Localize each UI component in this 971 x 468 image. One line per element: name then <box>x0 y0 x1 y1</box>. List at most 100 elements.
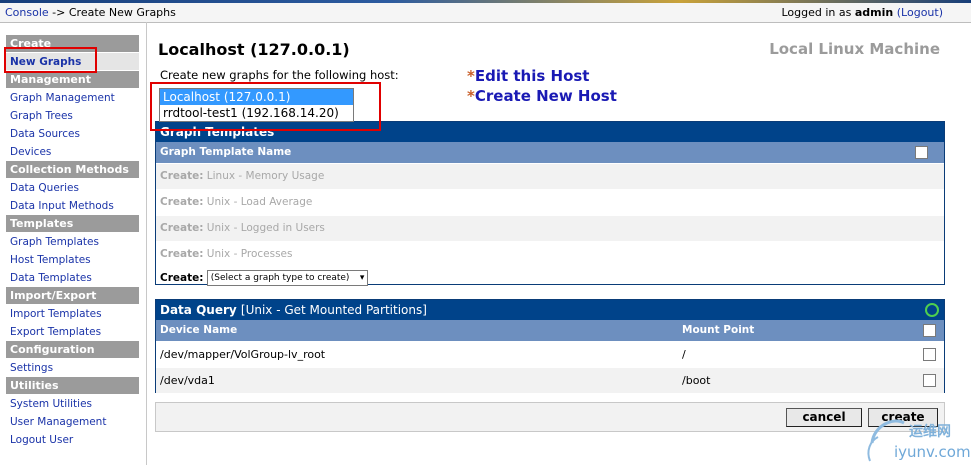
logout-link[interactable]: (Logout) <box>897 6 943 19</box>
breadcrumb-current: Create New Graphs <box>68 6 176 19</box>
create-host-link[interactable]: Create New Host <box>475 87 617 105</box>
sidebar-item-data-sources[interactable]: Data Sources <box>6 125 139 143</box>
host-type-label: Local Linux Machine <box>769 40 940 58</box>
sidebar-divider <box>146 22 147 465</box>
graph-type-select[interactable]: (Select a graph type to create) ▾ <box>206 270 369 286</box>
star-marker: * <box>467 67 475 85</box>
sidebar-section-import-export: Import/Export <box>6 287 139 305</box>
chevron-down-icon: ▾ <box>359 273 365 283</box>
watermark-text-url: iyunv.com <box>894 443 971 461</box>
mount-point-cell: / <box>682 348 686 361</box>
sidebar-link[interactable]: Host Templates <box>10 254 91 266</box>
action-bar: cancel create <box>155 402 945 432</box>
page-title: Localhost (127.0.0.1) <box>158 40 350 59</box>
login-status: Logged in as admin (Logout) <box>782 6 944 19</box>
sidebar-link[interactable]: Data Input Methods <box>10 200 114 212</box>
sidebar-link[interactable]: Graph Management <box>10 92 115 104</box>
sidebar-link[interactable]: Import Templates <box>10 308 102 320</box>
sidebar-item-user-management[interactable]: User Management <box>6 413 139 431</box>
create-prefix: Create: <box>160 196 204 208</box>
sidebar-item-import-templates[interactable]: Import Templates <box>6 305 139 323</box>
sidebar-item-export-templates[interactable]: Export Templates <box>6 323 139 341</box>
sidebar-item-host-templates[interactable]: Host Templates <box>6 251 139 269</box>
partition-checkbox[interactable] <box>923 374 936 387</box>
create-prefix: Create: <box>160 222 204 234</box>
graph-templates-column-header: Graph Template Name <box>156 142 944 163</box>
sidebar-item-data-input-methods[interactable]: Data Input Methods <box>6 197 139 215</box>
graph-template-row: Create: Unix - Processes <box>156 241 944 267</box>
highlight-box-new-graphs <box>4 47 97 73</box>
sidebar-link[interactable]: Graph Trees <box>10 110 73 122</box>
graph-template-name: Unix - Processes <box>203 248 293 260</box>
data-query-title: Data Query <box>160 303 237 317</box>
breadcrumb-separator: -> <box>48 6 69 19</box>
sidebar-link[interactable]: Data Queries <box>10 182 79 194</box>
graph-template-name: Linux - Memory Usage <box>203 170 325 182</box>
data-query-column-header: Device Name Mount Point <box>156 320 944 341</box>
sidebar-section-configuration: Configuration <box>6 341 139 359</box>
sidebar-link[interactable]: User Management <box>10 416 106 428</box>
sidebar-link[interactable]: Data Templates <box>10 272 92 284</box>
graph-type-select-value: (Select a graph type to create) <box>210 273 350 283</box>
sidebar-item-data-templates[interactable]: Data Templates <box>6 269 139 287</box>
data-query-name: [Unix - Get Mounted Partitions] <box>240 303 427 317</box>
sidebar-link[interactable]: Data Sources <box>10 128 80 140</box>
watermark-text-cn: 运维网 <box>909 424 951 440</box>
select-all-graphs-checkbox[interactable] <box>915 146 928 159</box>
sidebar-item-logout-user[interactable]: Logout User <box>6 431 139 449</box>
create-prefix: Create: <box>160 248 204 260</box>
watermark: 运维网 iyunv.com <box>864 413 971 465</box>
graph-template-name: Unix - Load Average <box>203 196 313 208</box>
data-query-header: Data Query [Unix - Get Mounted Partition… <box>156 300 944 320</box>
mount-point-header: Mount Point <box>682 324 755 336</box>
create-label: Create: <box>160 272 204 284</box>
top-bar: Console -> Create New Graphs Logged in a… <box>0 3 971 23</box>
sidebar-link[interactable]: Export Templates <box>10 326 101 338</box>
sidebar-link[interactable]: Devices <box>10 146 51 158</box>
sidebar-item-data-queries[interactable]: Data Queries <box>6 179 139 197</box>
create-graph-type-row: Create: (Select a graph type to create) ▾ <box>156 267 944 289</box>
star-marker: * <box>467 87 475 105</box>
graph-template-rows: Create: Linux - Memory Usage Create: Unix… <box>156 163 944 267</box>
data-query-panel: Data Query [Unix - Get Mounted Partition… <box>155 299 945 393</box>
sidebar-item-graph-templates[interactable]: Graph Templates <box>6 233 139 251</box>
sidebar-link[interactable]: System Utilities <box>10 398 92 410</box>
reload-query-icon[interactable] <box>925 303 939 317</box>
create-for-host-label: Create new graphs for the following host… <box>160 68 399 82</box>
sidebar-item-graph-management[interactable]: Graph Management <box>6 89 139 107</box>
graph-template-row: Create: Linux - Memory Usage <box>156 163 944 189</box>
host-links: *Edit this Host *Create New Host <box>467 67 617 107</box>
sidebar-section-management: Management <box>6 71 139 89</box>
sidebar-item-devices[interactable]: Devices <box>6 143 139 161</box>
partition-checkbox[interactable] <box>923 348 936 361</box>
edit-host-link[interactable]: Edit this Host <box>475 67 590 85</box>
highlight-box-host-select <box>150 82 381 131</box>
data-query-rows: /dev/mapper/VolGroup-lv_root / /dev/vda1/b… <box>156 341 944 393</box>
device-name-header: Device Name <box>160 324 238 336</box>
sidebar-link[interactable]: Graph Templates <box>10 236 99 248</box>
sidebar-item-graph-trees[interactable]: Graph Trees <box>6 107 139 125</box>
device-name-cell: /dev/vda1 <box>160 374 215 387</box>
sidebar-section-utilities: Utilities <box>6 377 139 395</box>
sidebar-menu: Create New Graphs Management Graph Manageme… <box>6 35 139 449</box>
partition-row[interactable]: /dev/vda1/boot <box>156 367 944 393</box>
partition-row[interactable]: /dev/mapper/VolGroup-lv_root / <box>156 341 944 367</box>
graph-template-name-header: Graph Template Name <box>160 146 292 158</box>
login-prefix: Logged in as <box>781 6 855 19</box>
create-prefix: Create: <box>160 170 204 182</box>
sidebar-link[interactable]: Logout User <box>10 434 73 446</box>
sidebar-section-collection-methods: Collection Methods <box>6 161 139 179</box>
select-all-partitions-checkbox[interactable] <box>923 324 936 337</box>
sidebar-item-system-utilities[interactable]: System Utilities <box>6 395 139 413</box>
sidebar-link[interactable]: Settings <box>10 362 53 374</box>
graph-templates-panel: Graph Templates Graph Template Name Crea… <box>155 121 945 286</box>
graph-template-name: Unix - Logged in Users <box>203 222 325 234</box>
cancel-button[interactable]: cancel <box>786 408 862 427</box>
breadcrumb-console-link[interactable]: Console <box>5 6 49 19</box>
mount-point-cell: /boot <box>682 374 711 387</box>
breadcrumb: Console -> Create New Graphs <box>5 6 176 19</box>
graph-template-row: Create: Unix - Load Average <box>156 189 944 215</box>
graph-template-row: Create: Unix - Logged in Users <box>156 215 944 241</box>
sidebar-item-settings[interactable]: Settings <box>6 359 139 377</box>
sidebar-section-templates: Templates <box>6 215 139 233</box>
